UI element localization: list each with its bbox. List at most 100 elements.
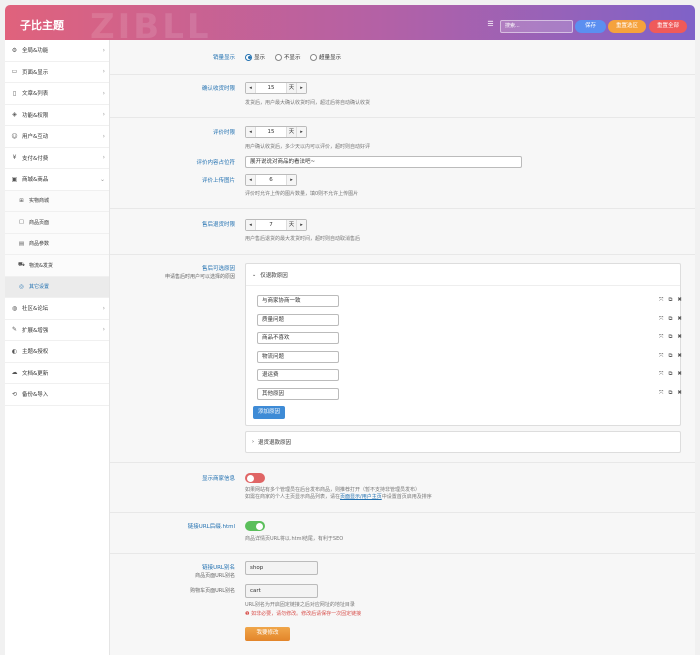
radio-label: 不显示 (284, 55, 301, 61)
search-input[interactable]: 搜索... (500, 20, 573, 33)
sidebar-item2-4[interactable]: ⟲ 备份&导入 (5, 384, 109, 406)
reset-section-button[interactable]: 重置选区 (608, 20, 646, 33)
decrement-button[interactable]: ◂ (246, 220, 255, 230)
increment-button[interactable]: ▸ (297, 220, 306, 230)
delete-icon[interactable]: ✖ (677, 353, 682, 360)
sidebar-item-4[interactable]: ☺ 用户&互动 › (5, 126, 109, 148)
chevron-right-icon: › (102, 304, 105, 312)
confirm-receipt-stepper[interactable]: ◂ 15 天 ▸ (245, 82, 307, 94)
after-sale-limit-stepper[interactable]: ◂ 7 天 ▸ (245, 219, 307, 231)
stepper-value[interactable]: 15 (255, 127, 287, 137)
decrement-button[interactable]: ◂ (246, 127, 255, 137)
sidebar-item-0[interactable]: ⚙ 全局&功能 › (5, 40, 109, 62)
review-limit-stepper[interactable]: ◂ 15 天 ▸ (245, 126, 307, 138)
sidebar-item-label: 支付&付费 (22, 155, 49, 162)
copy-icon[interactable]: ⧉ (668, 316, 672, 323)
refund-reasons-header[interactable]: ⌄ 仅退款原因 (246, 264, 680, 286)
reason-input[interactable]: 与商家协商一致 (257, 295, 339, 307)
divider (110, 208, 695, 209)
stepper-unit: 天 (287, 220, 297, 230)
delete-icon[interactable]: ✖ (677, 297, 682, 304)
sidebar-subitem-2[interactable]: ▤ 商品参数 (5, 233, 109, 255)
html-suffix-desc: 商品详情页URL将以.html结尾，有利于SEO (245, 536, 344, 542)
copy-icon[interactable]: ⧉ (668, 297, 672, 304)
copy-icon[interactable]: ⧉ (668, 353, 672, 360)
copy-icon[interactable]: ⧉ (668, 334, 672, 341)
radio-show[interactable]: 显示 (245, 53, 265, 61)
move-icon[interactable]: ⤧ (659, 371, 663, 378)
sidebar-subitem-1[interactable]: ▢ 商品页面 (5, 212, 109, 234)
sidebar-subitem-3[interactable]: ⛟ 物流&发货 (5, 255, 109, 277)
cart-alias-input[interactable]: cart (245, 584, 318, 598)
sidebar-item-1[interactable]: ▭ 页面&显示 › (5, 62, 109, 83)
add-reason-button[interactable]: 添加原因 (253, 406, 285, 419)
sidebar-icon: ⛟ (18, 261, 25, 268)
review-placeholder-input[interactable]: 展开说说对商品的看法吧~ (245, 156, 522, 168)
sidebar: ⚙ 全局&功能 › ▭ 页面&显示 › ▯ 文章&列表 › ◈ 功能&权限 › ☺ 用户&互动 › ¥ 支付&付… (5, 40, 110, 655)
delete-icon[interactable]: ✖ (677, 371, 682, 378)
reason-row: 质量问题 ⤧ ⧉ ✖ (257, 313, 682, 326)
move-icon[interactable]: ⤧ (659, 390, 663, 397)
radio-hide[interactable]: 不显示 (275, 53, 301, 61)
refund-reasons-panel: ⌄ 仅退款原因 与商家协商一致 ⤧ ⧉ ✖ 质量问题 ⤧ ⧉ ✖ 商品不喜欢 ⤧ ⧉ ✖ 物流问题 ⤧ ⧉ ✖… (245, 263, 682, 426)
reason-input[interactable]: 质量问题 (257, 313, 339, 326)
chevron-right-icon: › (102, 89, 105, 97)
reason-input[interactable]: 退运费 (257, 369, 339, 381)
return-reasons-header[interactable]: › 退货退款原因 (246, 432, 680, 452)
chevron-right-icon: › (102, 132, 105, 140)
sidebar-subitem-4[interactable]: ◎ 其它设置 (5, 276, 109, 298)
confirm-receipt-label: 确认收货时限 (201, 86, 235, 92)
sidebar-item-2[interactable]: ▯ 文章&列表 › (5, 83, 109, 105)
radio-over[interactable]: 超量显示 (310, 53, 341, 61)
increment-button[interactable]: ▸ (287, 175, 296, 185)
sidebar-item-3[interactable]: ◈ 功能&权限 › (5, 105, 109, 126)
chevron-right-icon: › (102, 154, 105, 162)
row-actions: ⤧ ⧉ ✖ (659, 371, 682, 378)
move-icon[interactable]: ⤧ (659, 297, 663, 304)
copy-icon[interactable]: ⧉ (668, 371, 672, 378)
stepper-value[interactable]: 15 (255, 83, 287, 93)
user-home-link[interactable]: 页面显示/用户主页 (340, 494, 382, 500)
delete-icon[interactable]: ✖ (677, 390, 682, 397)
sidebar-item2-3[interactable]: ☁ 文档&更新 (5, 363, 109, 384)
delete-icon[interactable]: ✖ (677, 334, 682, 341)
decrement-button[interactable]: ◂ (246, 175, 255, 185)
sidebar-item2-2[interactable]: ◐ 主题&授权 (5, 341, 109, 363)
move-icon[interactable]: ⤧ (659, 334, 663, 341)
radio-circle (310, 53, 317, 61)
review-images-stepper[interactable]: ◂ 6 ▸ (245, 174, 297, 186)
sidebar-item-5[interactable]: ¥ 支付&付费 › (5, 148, 109, 169)
html-suffix-toggle[interactable] (245, 521, 265, 531)
save-button[interactable]: 保存 (575, 20, 606, 33)
reason-row: 商品不喜欢 ⤧ ⧉ ✖ (257, 332, 682, 344)
sidebar-item2-1[interactable]: ✎ 扩展&增强 › (5, 320, 109, 341)
sidebar-item-label: 功能&权限 (22, 112, 49, 119)
radio-circle (275, 53, 282, 61)
chevron-right-icon: › (102, 326, 105, 334)
delete-icon[interactable]: ✖ (677, 316, 682, 323)
after-sale-limit-desc: 用户售后退货的最大发货时间，超时则自动取消售后 (245, 236, 361, 242)
edit-alias-button[interactable]: 我要修改 (245, 627, 290, 641)
stepper-value[interactable]: 6 (255, 175, 287, 185)
menu-icon[interactable]: ☰ (486, 20, 495, 28)
increment-button[interactable]: ▸ (297, 83, 306, 93)
copy-icon[interactable]: ⧉ (668, 390, 672, 397)
move-icon[interactable]: ⤧ (659, 353, 663, 360)
sidebar-item2-0[interactable]: ◍ 社区&论坛 › (5, 298, 109, 320)
sidebar-item-label: 物流&发货 (29, 262, 53, 269)
stepper-value[interactable]: 7 (255, 220, 287, 230)
sidebar-item-6[interactable]: ▣ 商城&商品 ⌄ (5, 169, 109, 191)
merchant-info-toggle[interactable] (245, 473, 265, 483)
decrement-button[interactable]: ◂ (246, 83, 255, 93)
reason-input[interactable]: 商品不喜欢 (257, 332, 339, 344)
radio-label: 超量显示 (319, 55, 342, 61)
move-icon[interactable]: ⤧ (659, 316, 663, 323)
desc-text: 中设置首页启用及排序 (381, 494, 432, 500)
reason-input[interactable]: 物流问题 (257, 350, 339, 363)
reset-all-button[interactable]: 重置全部 (649, 20, 687, 33)
sidebar-subitem-0[interactable]: ⊞ 实物商城 (5, 190, 109, 212)
shop-alias-input[interactable]: shop (245, 561, 318, 575)
reason-input[interactable]: 其他原因 (257, 387, 339, 400)
increment-button[interactable]: ▸ (297, 127, 306, 137)
return-reasons-panel[interactable]: › 退货退款原因 (245, 431, 681, 453)
